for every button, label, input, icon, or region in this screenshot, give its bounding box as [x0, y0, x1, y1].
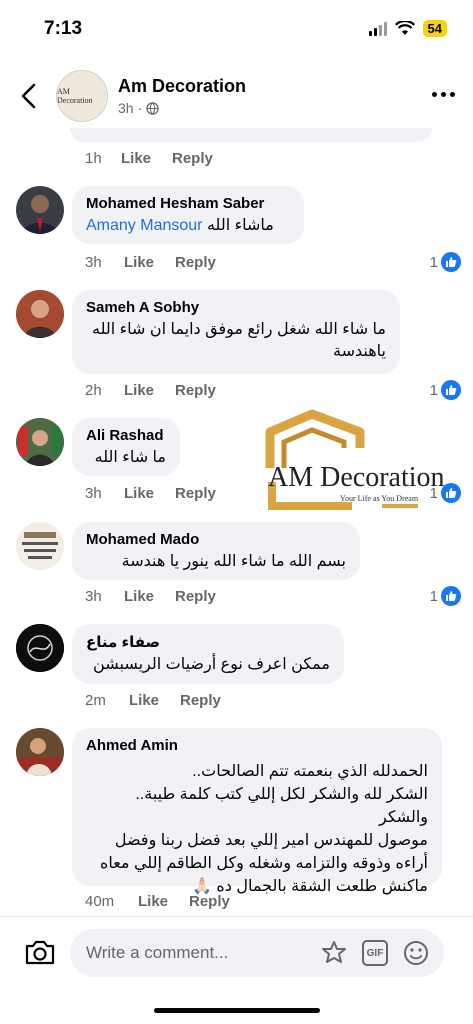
like-button[interactable]: Like: [129, 692, 180, 709]
comment-author[interactable]: Mohamed Hesham Saber: [86, 195, 290, 212]
wifi-icon: [394, 21, 415, 35]
status-bar: 7:13 54: [0, 0, 473, 60]
like-count: 1: [429, 381, 438, 399]
comment-time: 2h: [85, 382, 102, 399]
comment-time: 3h: [85, 588, 102, 605]
reaction-count[interactable]: 1: [430, 380, 461, 400]
comment-bubble: Ali Rashad ما شاء الله: [72, 418, 180, 476]
comment-text-line: الشكر لله والشكر لكل إللي كتب كلمة طيبة.…: [135, 786, 428, 826]
comment-time: 40m: [85, 893, 115, 910]
comment-actions: 3h Like Reply: [85, 588, 216, 605]
like-count: 1: [429, 253, 438, 271]
comment-actions: 2m Like Reply: [85, 692, 221, 709]
comment-text: ما شاء الله: [94, 449, 166, 466]
more-icon[interactable]: [432, 92, 455, 97]
comment-time: 3h: [85, 485, 102, 502]
avatar[interactable]: [16, 290, 64, 338]
avatar[interactable]: [16, 418, 64, 466]
comment-bubble: صفاء مناع ممكن اعرف نوع أرضيات الريسبشن: [72, 624, 344, 684]
reply-button[interactable]: Reply: [172, 150, 213, 167]
comment-actions: 40m Like Reply: [85, 893, 230, 910]
previous-comment-bubble: [70, 128, 432, 142]
post-header: AM Decoration Am Decoration 3h ·: [0, 62, 473, 130]
watermark-tagline: Your Life as You Dream: [340, 494, 419, 503]
comment-bubble: Mohamed Hesham Saber Amany Mansour ماشاء…: [72, 186, 304, 244]
comment-text: ممكن اعرف نوع أرضيات الريسبشن: [93, 656, 330, 673]
comment-text-line: موصول للمهندس امير إللي بعد فضل ربنا وفض…: [114, 832, 428, 849]
comment-actions: 3h Like Reply: [85, 254, 216, 271]
home-indicator: [154, 1008, 320, 1013]
comment-text: بسم الله ما شاء الله ينور يا هندسة: [121, 553, 346, 570]
status-icons: 54: [368, 20, 447, 37]
comment-bubble: Ahmed Amin الحمدلله الذي بنعمته تتم الصا…: [72, 728, 442, 895]
watermark-title: AM Decoration: [268, 462, 445, 493]
avatar[interactable]: [16, 728, 64, 776]
watermark-logo: AM Decoration Your Life as You Dream: [232, 408, 445, 514]
comment-text: الحمدلله الذي بنعمته تتم الصالحات.. الشك…: [86, 760, 428, 898]
post-meta: 3h ·: [118, 100, 159, 116]
like-button[interactable]: Like: [124, 254, 175, 271]
comment-author[interactable]: صفاء مناع: [86, 633, 330, 651]
comment-text: Amany Mansour ماشاء الله: [86, 215, 290, 237]
reaction-count[interactable]: 1: [430, 252, 461, 272]
avatar[interactable]: [16, 522, 64, 570]
comment-bubble: Mohamed Mado بسم الله ما شاء الله ينور ي…: [72, 522, 360, 580]
comment-author[interactable]: Mohamed Mado: [86, 531, 346, 548]
comment-actions: 1h Like Reply: [85, 150, 213, 167]
like-button[interactable]: Like: [121, 150, 172, 167]
like-icon: [441, 252, 461, 272]
reply-button[interactable]: Reply: [175, 254, 216, 271]
comment-text-line: الحمدلله الذي بنعمته تتم الصالحات..: [192, 763, 428, 780]
page-avatar[interactable]: AM Decoration: [56, 70, 108, 122]
like-button[interactable]: Like: [124, 588, 175, 605]
comment-bubble: Sameh A Sobhy ما شاء الله شغل رائع موفق …: [72, 290, 400, 374]
like-button[interactable]: Like: [124, 485, 175, 502]
comment-time: 3h: [85, 254, 102, 271]
comment-author[interactable]: Sameh A Sobhy: [86, 299, 386, 316]
back-arrow-icon[interactable]: [16, 80, 44, 112]
reaction-count[interactable]: 1: [430, 586, 461, 606]
avatar[interactable]: [16, 624, 64, 672]
like-button[interactable]: Like: [124, 382, 175, 399]
status-time: 7:13: [44, 18, 83, 39]
reply-button[interactable]: Reply: [175, 382, 216, 399]
page-avatar-logo: AM Decoration: [57, 87, 93, 105]
avatar[interactable]: [16, 186, 64, 234]
comment-actions: 3h Like Reply: [85, 485, 216, 502]
reply-button[interactable]: Reply: [189, 893, 230, 910]
comment-text-line: أراءه وذوقه والتزامه وشغله وكل الطاقم إل…: [99, 855, 428, 872]
input-actions: GIF: [320, 939, 430, 967]
post-time[interactable]: 3h: [118, 100, 134, 116]
comment-author[interactable]: Ali Rashad: [86, 427, 166, 444]
comment-mention[interactable]: Amany Mansour: [86, 217, 203, 234]
globe-icon: [146, 101, 159, 115]
reply-button[interactable]: Reply: [175, 485, 216, 502]
like-button[interactable]: Like: [138, 893, 189, 910]
comment-time: 2m: [85, 692, 106, 709]
gif-icon[interactable]: GIF: [362, 940, 388, 966]
emoji-icon[interactable]: [402, 939, 430, 967]
reply-button[interactable]: Reply: [175, 588, 216, 605]
meta-separator: ·: [137, 100, 143, 116]
like-icon: [441, 380, 461, 400]
comment-actions: 2h Like Reply: [85, 382, 216, 399]
comment-input-placeholder: Write a comment...: [86, 943, 229, 962]
comment-time: 1h: [85, 150, 102, 167]
comment-text-body: ماشاء الله: [206, 217, 274, 234]
comment-author[interactable]: Ahmed Amin: [86, 737, 428, 754]
page-name[interactable]: Am Decoration: [118, 76, 246, 97]
sticker-icon[interactable]: [320, 939, 348, 967]
reply-button[interactable]: Reply: [180, 692, 221, 709]
like-icon: [441, 586, 461, 606]
comment-text: ما شاء الله شغل رائع موفق دايما ان شاء ا…: [91, 321, 386, 360]
comment-input[interactable]: Write a comment... GIF: [70, 929, 444, 977]
signal-icon: [368, 21, 387, 36]
like-count: 1: [429, 587, 438, 605]
camera-icon[interactable]: [24, 937, 56, 967]
battery-indicator: 54: [422, 20, 447, 37]
